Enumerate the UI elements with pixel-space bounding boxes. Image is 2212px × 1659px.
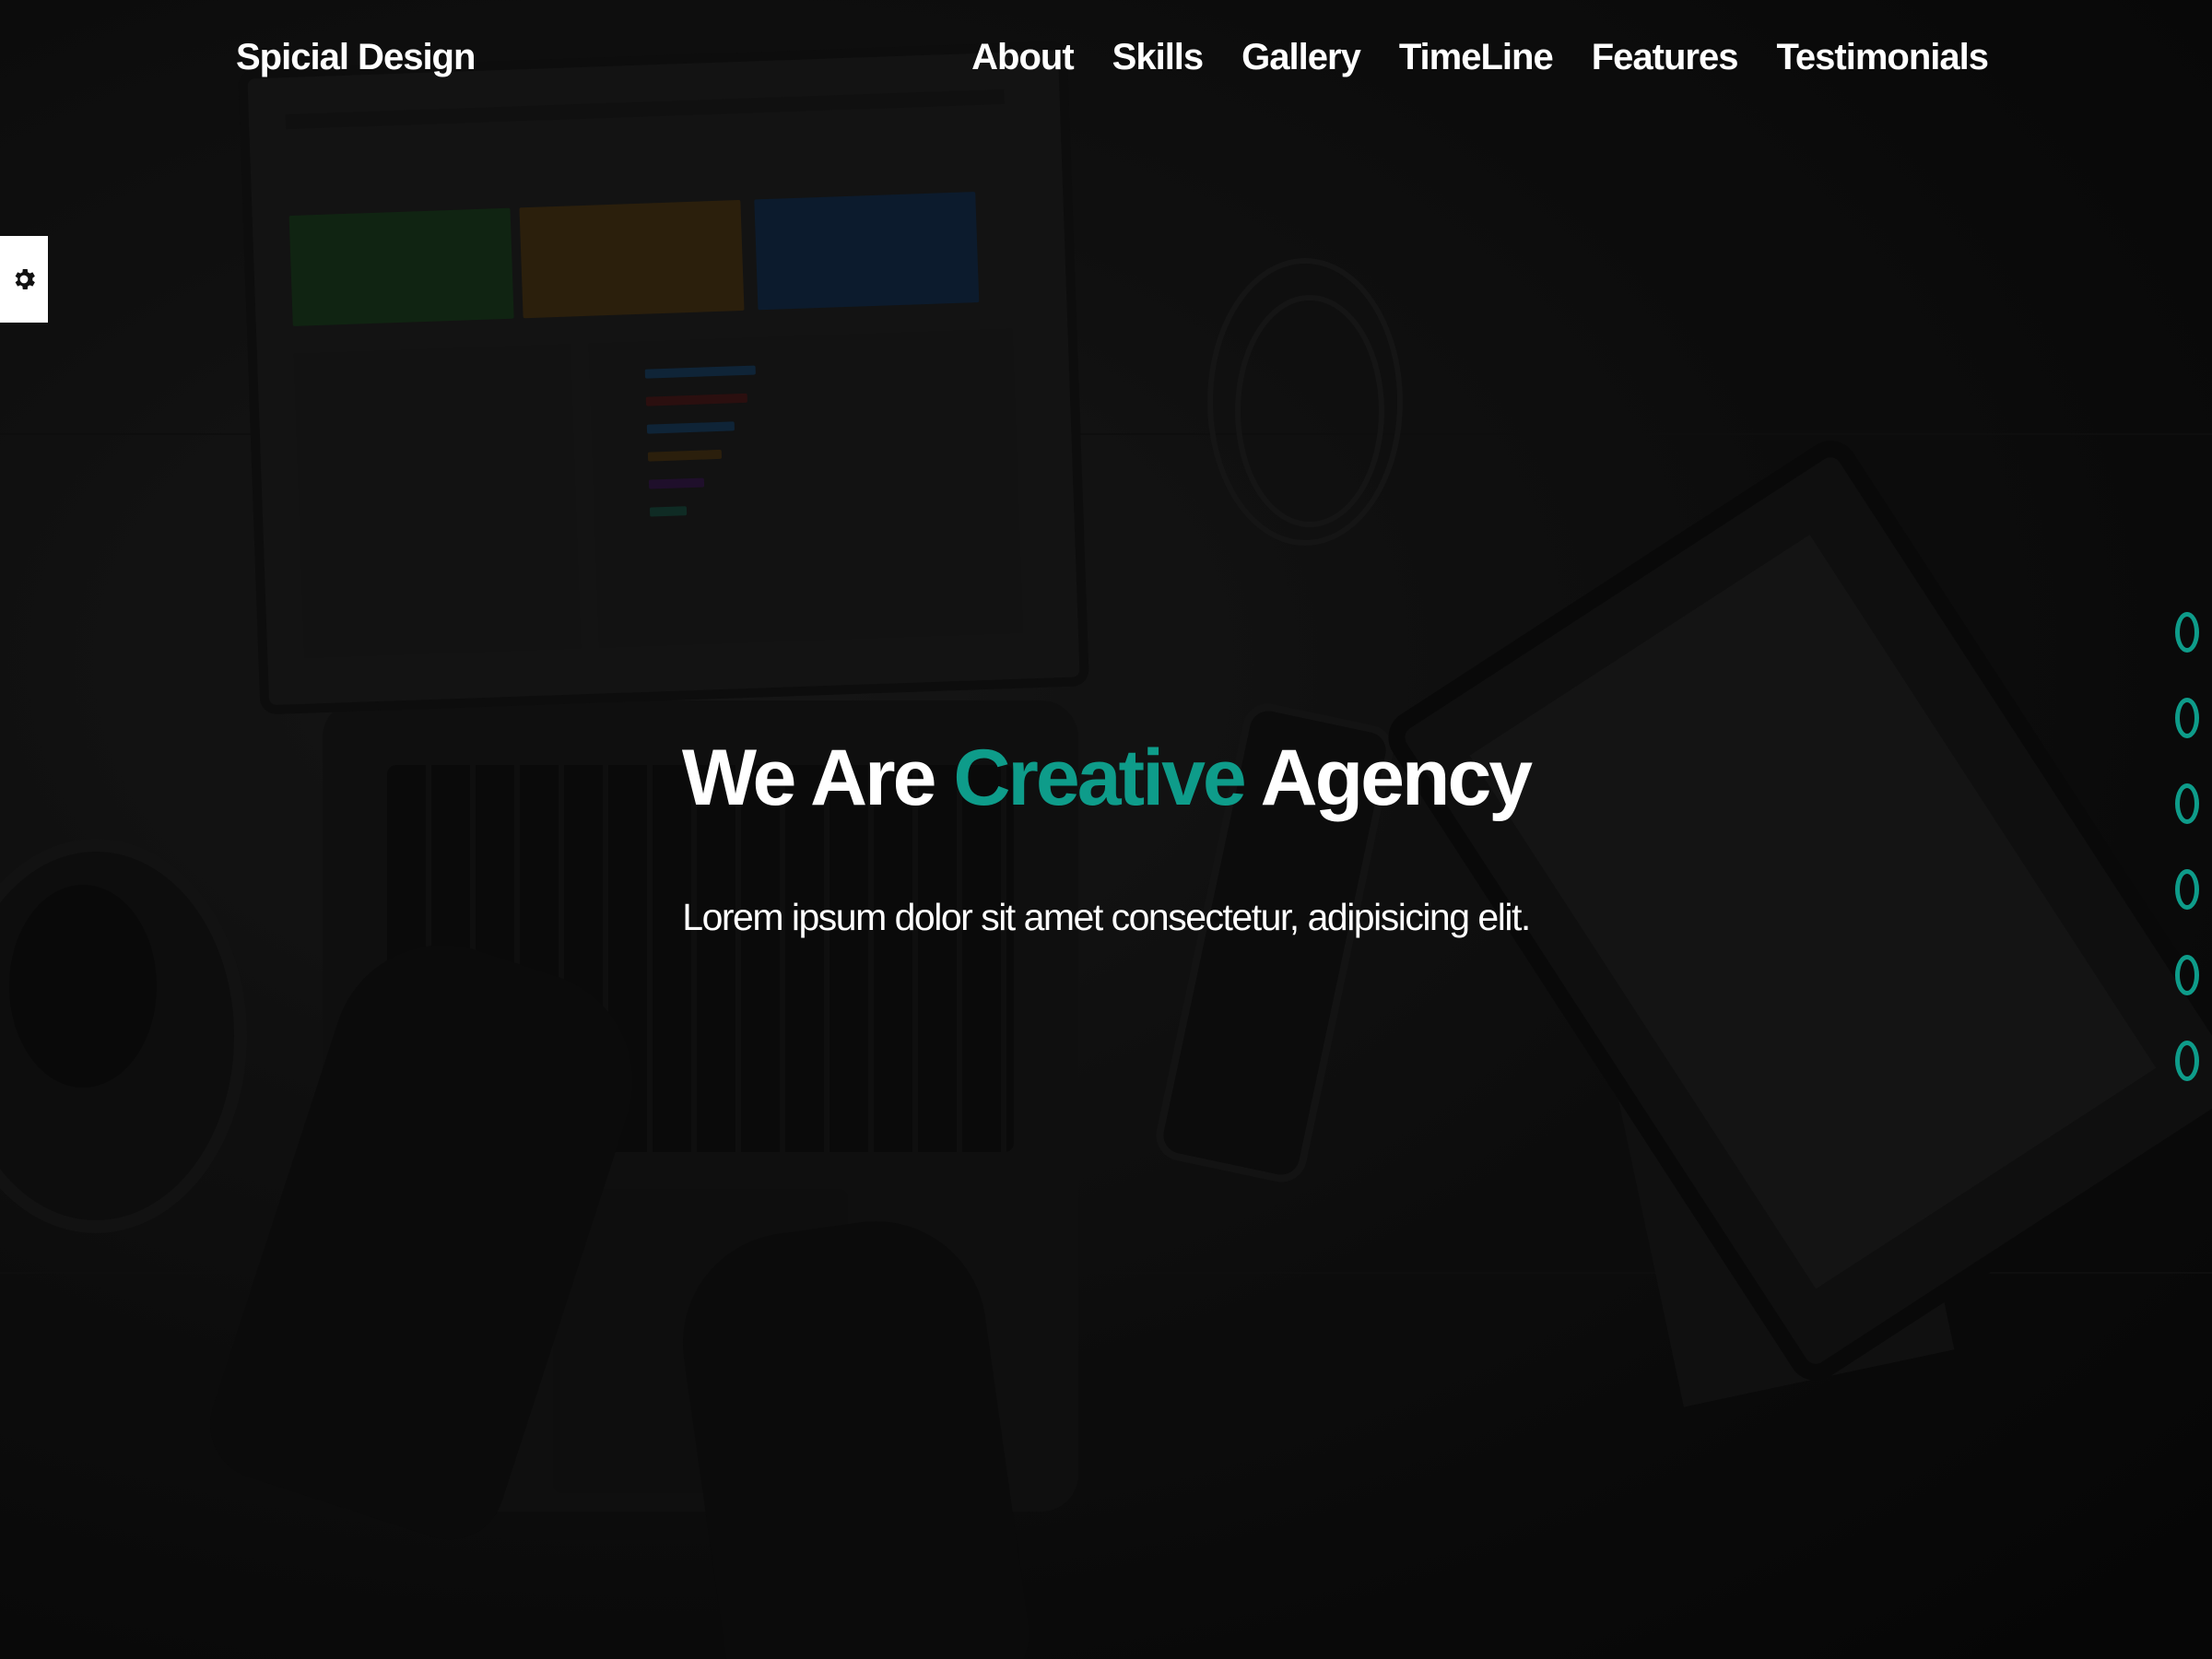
hero-title-accent: Creative: [953, 734, 1246, 822]
hero-title-end: Agency: [1260, 734, 1533, 822]
gear-icon: [15, 269, 35, 289]
hero-subtitle: Lorem ipsum dolor sit amet consectetur, …: [682, 896, 1531, 938]
nav-link-skills[interactable]: Skills: [1112, 37, 1205, 77]
section-bullets: [2175, 612, 2199, 1081]
bullet-about[interactable]: [2175, 612, 2199, 653]
settings-toggle-button[interactable]: [0, 236, 48, 323]
nav-link-about[interactable]: About: [971, 37, 1075, 77]
nav-link-timeline[interactable]: TimeLine: [1399, 37, 1554, 77]
bullet-features[interactable]: [2175, 955, 2199, 995]
nav-item-testimonials: Testimonials: [1776, 37, 1989, 78]
background-image: [0, 0, 2212, 1659]
hero-title: We Are Creative Agency: [0, 733, 2212, 824]
nav-item-gallery: Gallery: [1241, 37, 1361, 78]
main-nav: About Skills Gallery TimeLine Features T…: [971, 37, 1989, 78]
bullet-skills[interactable]: [2175, 698, 2199, 738]
nav-link-testimonials[interactable]: Testimonials: [1776, 37, 1989, 77]
bullet-timeline[interactable]: [2175, 869, 2199, 910]
brand-logo[interactable]: Spicial Design: [236, 37, 476, 78]
bullet-testimonials[interactable]: [2175, 1041, 2199, 1081]
nav-item-features: Features: [1592, 37, 1739, 78]
nav-item-timeline: TimeLine: [1399, 37, 1554, 78]
nav-item-about: About: [971, 37, 1075, 78]
nav-item-skills: Skills: [1112, 37, 1205, 78]
landing-page: Spicial Design About Skills Gallery Time…: [0, 0, 2212, 1659]
nav-link-features[interactable]: Features: [1592, 37, 1739, 77]
hero-title-start: We Are: [681, 734, 937, 822]
bullet-gallery[interactable]: [2175, 783, 2199, 824]
nav-link-gallery[interactable]: Gallery: [1241, 37, 1361, 77]
dark-overlay: [0, 0, 2212, 1659]
